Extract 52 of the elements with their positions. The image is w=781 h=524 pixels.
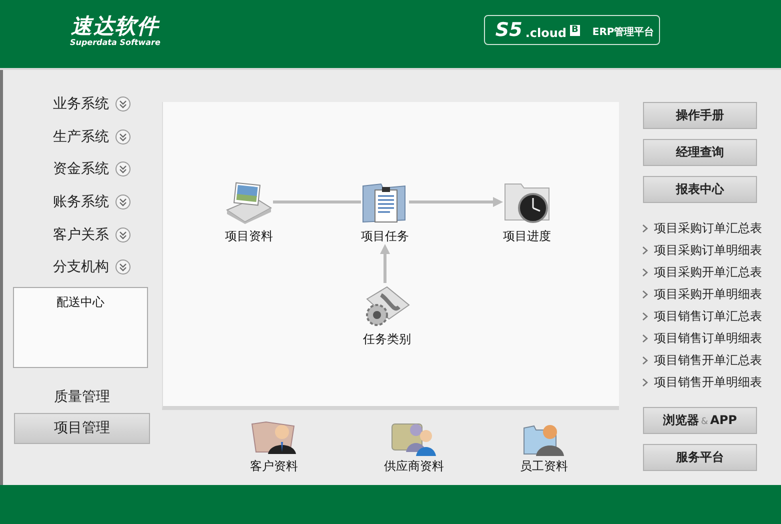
- shortcut-label[interactable]: 员工资料: [520, 458, 568, 475]
- expand-icon[interactable]: [115, 128, 131, 145]
- module-tab[interactable]: 质量管理: [14, 382, 150, 413]
- report-link[interactable]: 项目采购订单明细表: [654, 242, 762, 258]
- shortcut-label[interactable]: 供应商资料: [384, 458, 444, 475]
- product-title: ERP管理平台: [592, 26, 654, 38]
- report-link[interactable]: 项目采购开单汇总表: [654, 264, 762, 280]
- submenu-item[interactable]: 配送中心: [56, 294, 104, 311]
- customer-folder-icon: [250, 420, 298, 456]
- report-link[interactable]: 项目销售订单明细表: [654, 330, 762, 346]
- flow-node-label[interactable]: 项目资料: [225, 228, 273, 245]
- nav-button[interactable]: 服务平台: [643, 444, 757, 471]
- brand-logo: 速达软件: [71, 14, 160, 38]
- expand-icon[interactable]: [115, 96, 131, 112]
- product-name: S5: [495, 19, 522, 41]
- nav-group[interactable]: 分支机构: [53, 258, 109, 276]
- expand-icon[interactable]: [115, 259, 131, 276]
- expand-icon[interactable]: [115, 226, 131, 243]
- chevron-icon: [642, 356, 648, 364]
- nav-group[interactable]: 客户关系: [53, 226, 109, 244]
- brand-subtitle: Superdata Software: [70, 38, 160, 46]
- nav-button[interactable]: 浏览器 & APP: [643, 407, 757, 434]
- flow-node-label[interactable]: 项目任务: [361, 228, 409, 245]
- nav-button[interactable]: 报表中心: [643, 176, 757, 203]
- chevron-icon: [642, 378, 648, 386]
- flow-node-label[interactable]: 任务类别: [363, 331, 411, 348]
- chevron-icon: [642, 246, 648, 254]
- chevron-icon: [642, 268, 648, 276]
- expand-icon[interactable]: [115, 161, 131, 178]
- nav-group[interactable]: 生产系统: [53, 128, 109, 146]
- nav-group[interactable]: 业务系统: [53, 95, 109, 114]
- chevron-icon: [642, 224, 648, 232]
- chevron-icon: [642, 334, 648, 342]
- chevron-icon: [642, 290, 648, 298]
- nav-group[interactable]: 账务系统: [53, 193, 109, 212]
- edition-badge: B: [570, 24, 580, 36]
- report-link[interactable]: 项目采购开单明细表: [654, 286, 762, 302]
- shortcut-label[interactable]: 客户资料: [250, 458, 298, 475]
- nav-button[interactable]: 经理查询: [643, 139, 757, 166]
- module-tab[interactable]: 项目管理: [14, 412, 150, 444]
- flow-node-label[interactable]: 项目进度: [503, 228, 551, 245]
- report-link[interactable]: 项目销售订单汇总表: [654, 308, 762, 324]
- product-suffix: .cloud: [525, 26, 566, 40]
- photo-drive-icon: [225, 180, 273, 224]
- chevron-icon: [642, 312, 648, 320]
- report-link[interactable]: 项目采购订单汇总表: [654, 220, 762, 236]
- nav-group[interactable]: 资金系统: [53, 160, 109, 178]
- nav-button[interactable]: 操作手册: [643, 102, 757, 129]
- expand-icon[interactable]: [115, 194, 131, 210]
- flow-arrow: [380, 244, 390, 283]
- report-link[interactable]: 项目销售开单明细表: [654, 374, 762, 390]
- report-link[interactable]: 项目销售开单汇总表: [654, 352, 762, 368]
